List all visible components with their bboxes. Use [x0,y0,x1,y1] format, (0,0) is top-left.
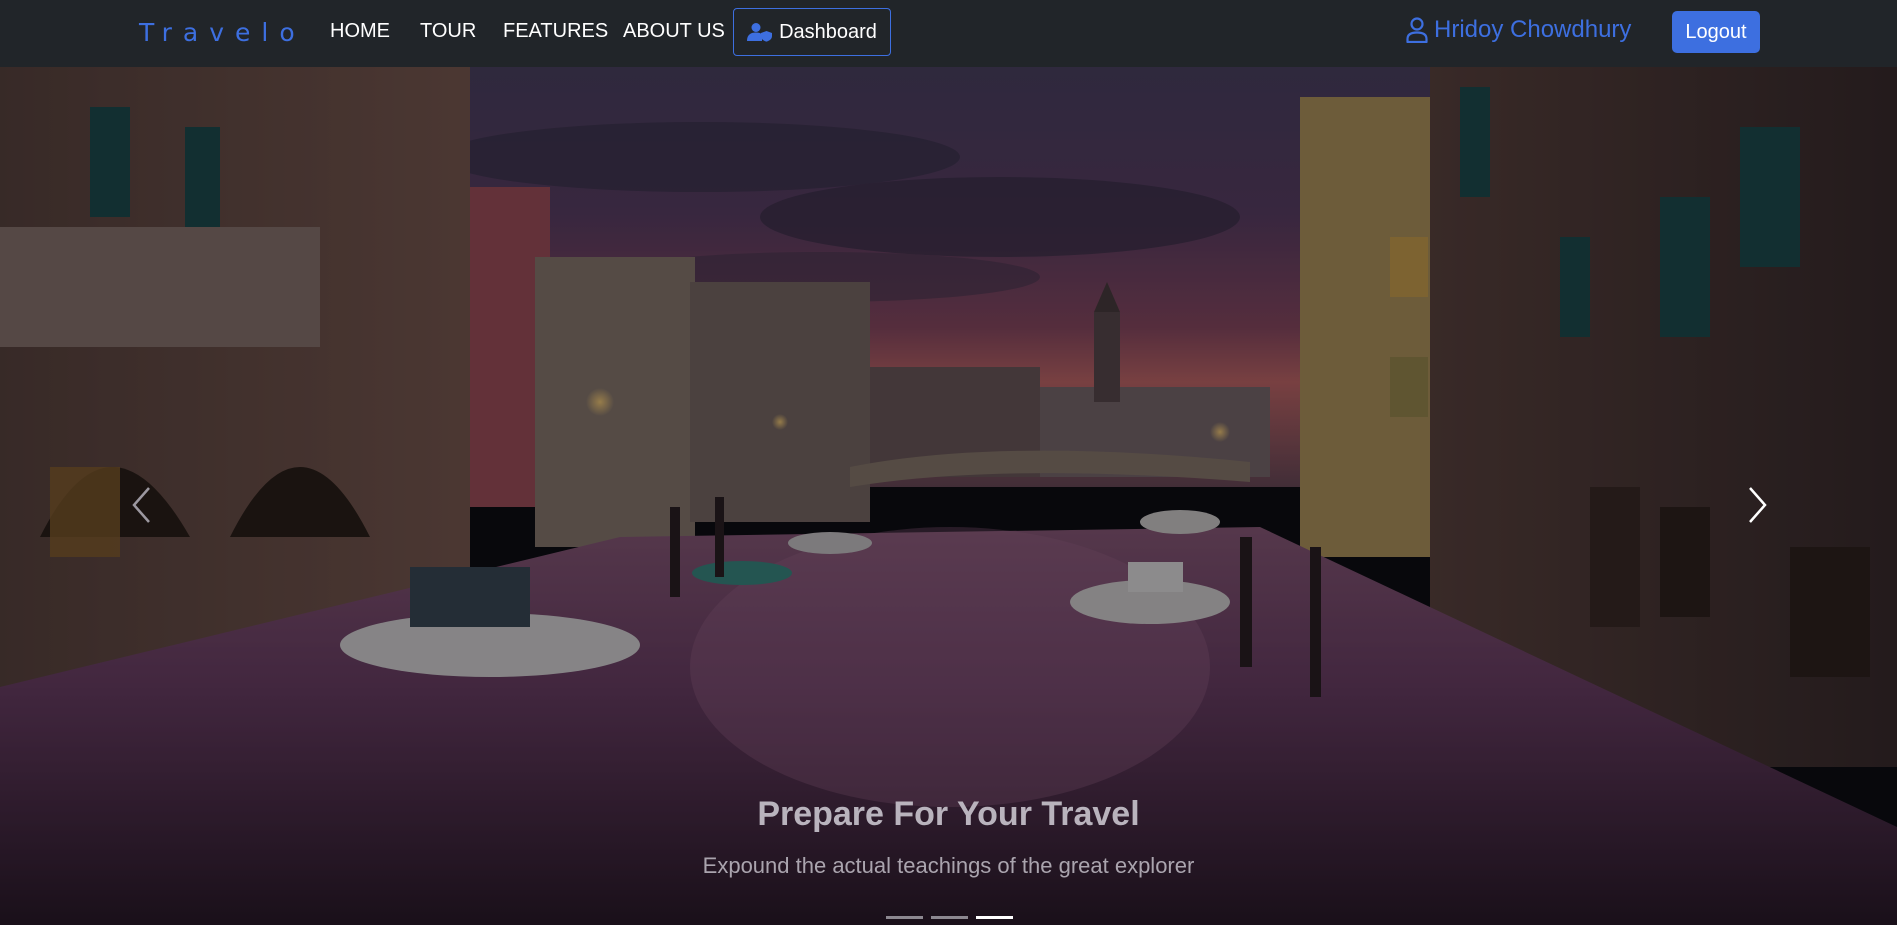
brand-logo[interactable]: Travelo [139,18,306,47]
carousel-indicator-3[interactable] [976,916,1013,919]
user-shield-icon [747,22,773,42]
carousel-caption-title: Prepare For Your Travel [757,795,1140,833]
carousel-indicators [886,916,1013,919]
logout-button[interactable]: Logout [1672,11,1760,53]
chevron-left-icon [131,485,153,530]
dashboard-button[interactable]: Dashboard [733,8,891,56]
carousel-next-button[interactable] [1737,482,1777,532]
carousel-indicator-1[interactable] [886,916,923,919]
nav-link-home[interactable]: HOME [330,20,390,43]
dashboard-label: Dashboard [779,20,877,43]
carousel-prev-button[interactable] [122,482,162,532]
carousel-indicator-2[interactable] [931,916,968,919]
nav-link-tour[interactable]: TOUR [420,20,476,43]
user-profile-link[interactable]: Hridoy Chowdhury [1406,14,1631,46]
chevron-right-icon [1746,485,1768,530]
nav-link-about-us[interactable]: ABOUT US [623,20,725,43]
user-name-label: Hridoy Chowdhury [1434,16,1632,43]
nav-link-features[interactable]: FEATURES [503,20,608,43]
user-icon [1406,17,1428,43]
top-navbar: Travelo HOME TOUR FEATURES ABOUT US Dash… [0,0,1897,67]
carousel-caption-subtitle: Expound the actual teachings of the grea… [702,853,1195,878]
